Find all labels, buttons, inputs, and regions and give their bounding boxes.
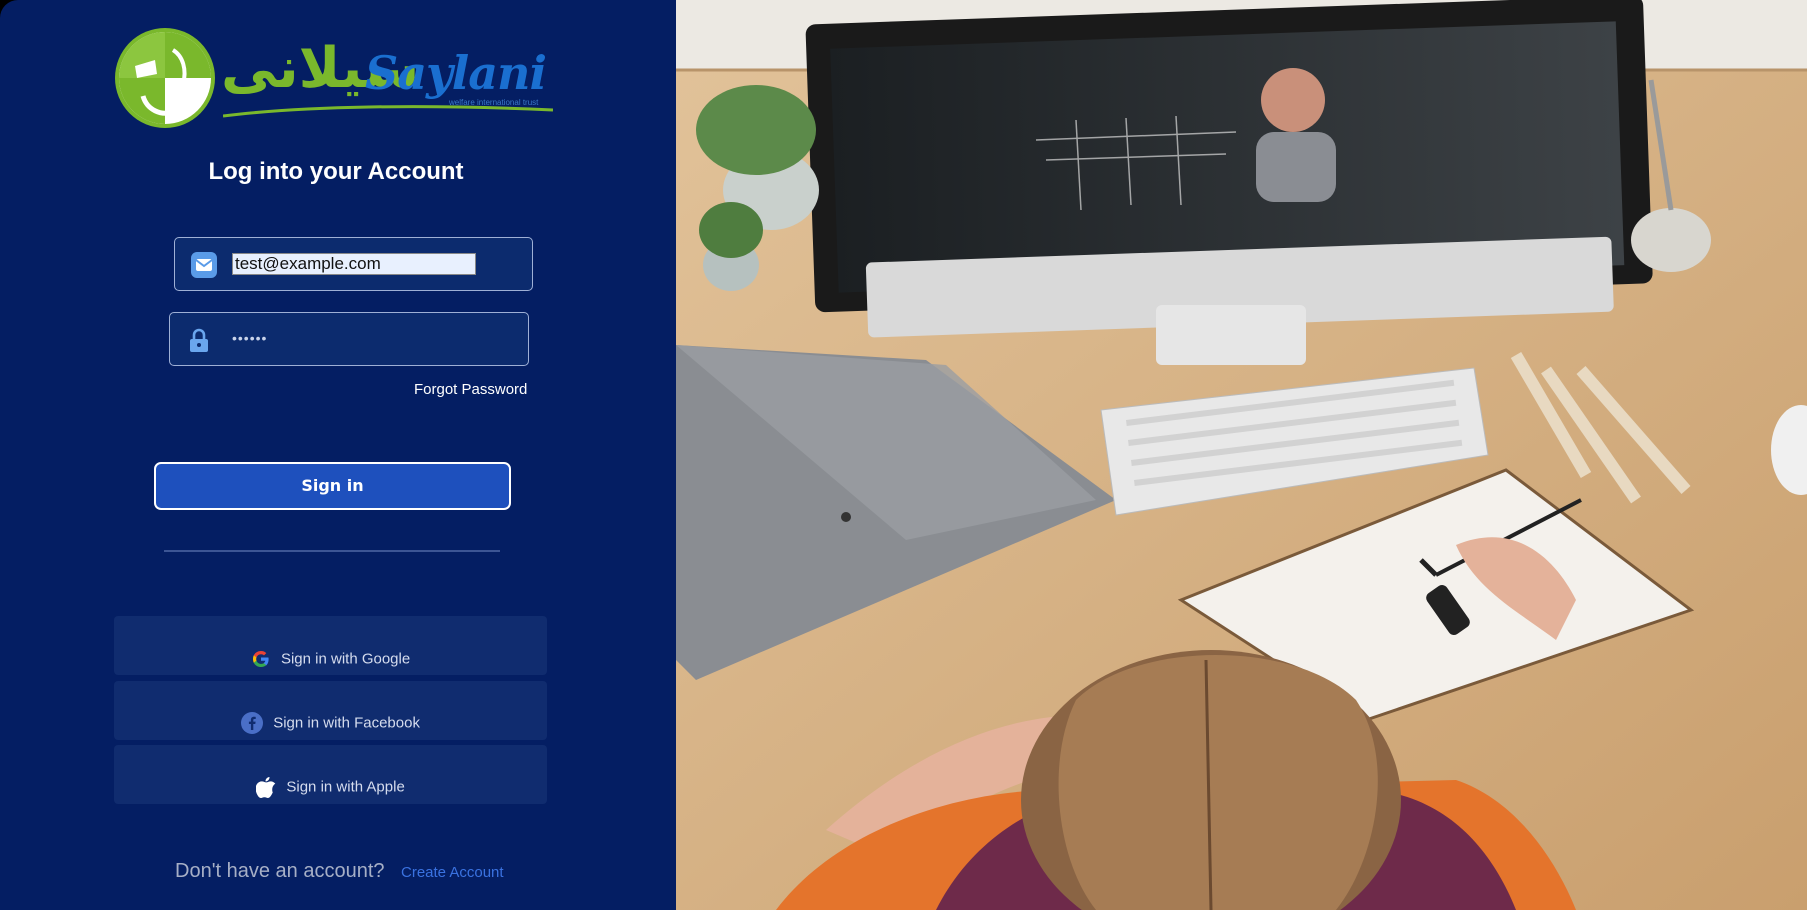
apple-sign-in-label: Sign in with Apple [286, 778, 405, 796]
login-panel: سیلانی Saylani welfare international tru… [0, 0, 676, 910]
google-sign-in-button[interactable]: Sign in with Google [114, 616, 547, 675]
desk-scene-illustration [676, 0, 1807, 910]
google-icon [252, 651, 269, 667]
apple-icon [255, 777, 276, 798]
logo-emblem-icon [115, 28, 215, 128]
forgot-password-link[interactable]: Forgot Password [414, 381, 527, 398]
email-field[interactable]: test@example.com [174, 237, 533, 291]
email-input[interactable]: test@example.com [232, 253, 476, 275]
logo-brand-text: Saylani [365, 46, 547, 100]
no-account-text: Don't have an account? [175, 860, 385, 882]
page-title: Log into your Account [208, 158, 464, 185]
create-account-link[interactable]: Create Account [401, 864, 504, 881]
facebook-icon [241, 712, 264, 734]
facebook-sign-in-button[interactable]: Sign in with Facebook [114, 681, 547, 740]
hero-photo [676, 0, 1807, 910]
google-sign-in-label: Sign in with Google [280, 650, 411, 668]
lock-icon [190, 328, 208, 352]
mail-icon [191, 252, 217, 278]
sign-in-button[interactable]: Sign in [154, 462, 511, 510]
apple-sign-in-button[interactable]: Sign in with Apple [114, 745, 547, 804]
logo-tagline: welfare international trust [449, 98, 539, 107]
saylani-logo: سیلانی Saylani welfare international tru… [113, 26, 553, 132]
password-input[interactable]: •••••• [232, 330, 267, 346]
facebook-sign-in-label: Sign in with Facebook [273, 714, 420, 732]
password-field[interactable]: •••••• [169, 312, 529, 366]
divider [164, 550, 500, 552]
